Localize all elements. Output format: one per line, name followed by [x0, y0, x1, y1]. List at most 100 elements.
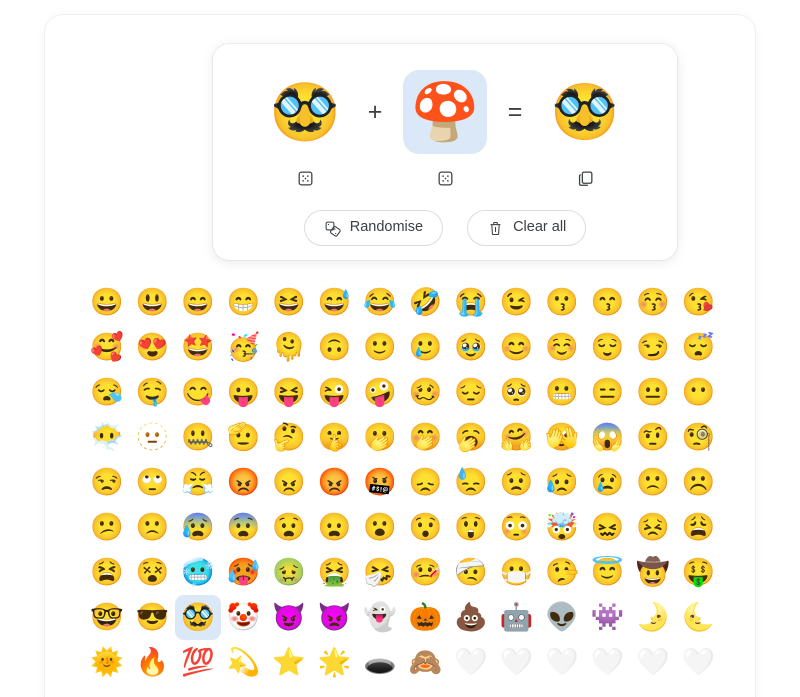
copy-result-button[interactable] [543, 163, 627, 193]
emoji-cell-smiling-face-with-halo[interactable]: 😇 [585, 550, 631, 595]
emoji-cell-face-with-medical-mask[interactable]: 😷 [494, 550, 540, 595]
emoji-cell-hot-face[interactable]: 🥵 [221, 550, 267, 595]
emoji-cell-sad-but-relieved-face[interactable]: 😥 [539, 460, 585, 505]
emoji-cell-smiling-face-with-big-eyes[interactable]: 😃 [130, 280, 176, 325]
emoji-cell-loudly-crying-face[interactable]: 😭 [448, 280, 494, 325]
emoji-cell-disguised-face[interactable]: 🥸 [175, 595, 221, 640]
emoji-cell-squinting-face-with-tongue[interactable]: 😝 [266, 370, 312, 415]
emoji-cell-face-with-open-mouth[interactable]: 😮 [357, 505, 403, 550]
emoji-cell-kissing-face-with-closed-eyes[interactable]: 😚 [630, 280, 676, 325]
emoji-cell-cowboy-hat-face[interactable]: 🤠 [630, 550, 676, 595]
emoji-cell-sneezing-face[interactable]: 🤧 [357, 550, 403, 595]
emoji-cell-hole[interactable]: 🕳️ [357, 640, 403, 685]
emoji-cell-slightly-smiling-face[interactable]: 🙂 [357, 325, 403, 370]
emoji-cell-persevering-face[interactable]: 😣 [630, 505, 676, 550]
emoji-cell-hundred-points[interactable]: 💯 [175, 640, 221, 685]
emoji-cell-nauseated-face[interactable]: 🤢 [266, 550, 312, 595]
emoji-cell-smiling-face-with-sunglasses[interactable]: 😎 [130, 595, 176, 640]
emoji-cell-yawning-face[interactable]: 🥱 [448, 415, 494, 460]
randomise-left-button[interactable] [263, 163, 347, 193]
emoji-cell-grimacing-face[interactable]: 😬 [539, 370, 585, 415]
emoji-cell-winking-face[interactable]: 😉 [494, 280, 540, 325]
emoji-cell-kissing-face[interactable]: 😗 [539, 280, 585, 325]
emoji-cell-shushing-face[interactable]: 🤫 [312, 415, 358, 460]
emoji-cell-smiling-face-with-smiling-eyes[interactable]: 😄 [175, 280, 221, 325]
emoji-cell-enraged-face[interactable]: 😡 [221, 460, 267, 505]
emoji-cell-jack-o-lantern[interactable]: 🎃 [403, 595, 449, 640]
mixer-result-slot[interactable]: 🥸 [543, 70, 627, 154]
emoji-cell-pensive-face[interactable]: 😔 [448, 370, 494, 415]
emoji-cell-astonished-face[interactable]: 😲 [448, 505, 494, 550]
emoji-cell-face-with-symbols-on-mouth[interactable]: 🤬 [357, 460, 403, 505]
emoji-cell-exploding-head[interactable]: 🤯 [539, 505, 585, 550]
emoji-cell-angry-face[interactable]: 😠 [266, 460, 312, 505]
emoji-cell-money-mouth-face[interactable]: 🤑 [676, 550, 722, 595]
emoji-cell-woozy-face[interactable]: 🥴 [403, 370, 449, 415]
randomise-button[interactable]: Randomise [303, 210, 444, 246]
emoji-cell-saluting-face[interactable]: 🫡 [221, 415, 267, 460]
emoji-cell-cold-face[interactable]: 🥶 [175, 550, 221, 595]
emoji-cell-face-screaming-in-fear[interactable]: 😱 [585, 415, 631, 460]
emoji-cell-white-heart[interactable]: 🤍 [494, 640, 540, 685]
emoji-cell-tired-face[interactable]: 😫 [84, 550, 130, 595]
emoji-cell-star-struck[interactable]: 🤩 [175, 325, 221, 370]
emoji-cell-face-savoring-food[interactable]: 😋 [175, 370, 221, 415]
emoji-cell-slightly-frowning-face[interactable]: 🙁 [630, 460, 676, 505]
emoji-cell-zany-face[interactable]: 🤪 [357, 370, 403, 415]
emoji-cell-face-holding-back-tears[interactable]: 🥹 [448, 325, 494, 370]
emoji-cell-downcast-face-with-sweat[interactable]: 😓 [448, 460, 494, 505]
randomise-right-button[interactable] [403, 163, 487, 193]
emoji-cell-drooling-face[interactable]: 🤤 [130, 370, 176, 415]
emoji-cell-anguished-face[interactable]: 😧 [266, 505, 312, 550]
emoji-cell-anxious-face-with-sweat[interactable]: 😰 [175, 505, 221, 550]
emoji-cell-face-with-hand-over-mouth[interactable]: 🤭 [403, 415, 449, 460]
emoji-cell-star[interactable]: ⭐ [266, 640, 312, 685]
emoji-cell-neutral-face[interactable]: 😐 [630, 370, 676, 415]
emoji-picker-scroll-area[interactable]: 😀 😃 😄 😁 😆 😅 😂 🤣 😭 😉 😗 😙 😚 😘 🥰 😍 🤩 🥳 🫠 🙃 🙂 🥲 🥹 😊 ☺️ 😌 😏 😴 😪 🤤 😋 😛 😝 😜 🤪 🥴 😔 🥺 😬… [84, 280, 722, 697]
emoji-cell-lying-face[interactable]: 🤥 [539, 550, 585, 595]
emoji-cell-kissing-face-with-smiling-eyes[interactable]: 😙 [585, 280, 631, 325]
emoji-cell-frowning-face-with-open-mouth[interactable]: 😦 [312, 505, 358, 550]
emoji-cell-see-no-evil-monkey[interactable]: 🙈 [403, 640, 449, 685]
emoji-cell-angry-face-with-horns[interactable]: 👿 [312, 595, 358, 640]
emoji-cell-fearful-face[interactable]: 😨 [221, 505, 267, 550]
emoji-cell-partying-face[interactable]: 🥳 [221, 325, 267, 370]
emoji-cell-face-in-clouds[interactable]: 😶‍🌫️ [84, 415, 130, 460]
emoji-cell-rolling-on-the-floor-laughing[interactable]: 🤣 [403, 280, 449, 325]
emoji-cell-grinning-face-with-sweat[interactable]: 😅 [312, 280, 358, 325]
mixer-left-emoji-slot[interactable]: 🥸 [263, 70, 347, 154]
emoji-cell-pleading-face[interactable]: 🥺 [494, 370, 540, 415]
emoji-cell-confounded-face[interactable]: 😖 [585, 505, 631, 550]
emoji-cell-ghost[interactable]: 👻 [357, 595, 403, 640]
emoji-cell-relieved-face[interactable]: 😌 [585, 325, 631, 370]
emoji-cell-white-heart[interactable]: 🤍 [448, 640, 494, 685]
emoji-cell-winking-face-with-tongue[interactable]: 😜 [312, 370, 358, 415]
emoji-cell-grinning-squinting-face[interactable]: 😆 [266, 280, 312, 325]
emoji-cell-face-with-crossed-out-eyes[interactable]: 😵 [130, 550, 176, 595]
emoji-cell-face-vomiting[interactable]: 🤮 [312, 550, 358, 595]
emoji-cell-smiling-face-with-hearts[interactable]: 🥰 [84, 325, 130, 370]
emoji-cell-thinking-face[interactable]: 🤔 [266, 415, 312, 460]
emoji-cell-alien-monster[interactable]: 👾 [585, 595, 631, 640]
emoji-cell-sleeping-face[interactable]: 😴 [676, 325, 722, 370]
mixer-right-emoji-slot[interactable]: 🍄 [403, 70, 487, 154]
emoji-cell-beaming-face-with-smiling-eyes[interactable]: 😁 [221, 280, 267, 325]
emoji-cell-weary-face[interactable]: 😩 [676, 505, 722, 550]
emoji-cell-pile-of-poo[interactable]: 💩 [448, 595, 494, 640]
emoji-cell-face-with-open-eyes-and-hand-over-mouth[interactable]: 🫢 [357, 415, 403, 460]
emoji-cell-expressionless-face[interactable]: 😑 [585, 370, 631, 415]
emoji-cell-face-with-rolling-eyes[interactable]: 🙄 [130, 460, 176, 505]
emoji-cell-white-heart[interactable]: 🤍 [676, 640, 722, 685]
emoji-cell-smiling-face-with-heart-eyes[interactable]: 😍 [130, 325, 176, 370]
emoji-cell-zipper-mouth-face[interactable]: 🤐 [175, 415, 221, 460]
emoji-cell-melting-face[interactable]: 🫠 [266, 325, 312, 370]
emoji-cell-worried-face[interactable]: 😟 [494, 460, 540, 505]
emoji-cell-face-without-mouth[interactable]: 😶 [676, 370, 722, 415]
emoji-cell-smiling-face-with-smiling-eyes-blush[interactable]: 😊 [494, 325, 540, 370]
emoji-cell-face-with-tears-of-joy[interactable]: 😂 [357, 280, 403, 325]
emoji-cell-smiling-face-with-horns[interactable]: 😈 [266, 595, 312, 640]
emoji-cell-white-heart[interactable]: 🤍 [630, 640, 676, 685]
emoji-cell-disappointed-face[interactable]: 😞 [403, 460, 449, 505]
emoji-cell-frowning-face[interactable]: ☹️ [676, 460, 722, 505]
emoji-cell-dotted-line-face[interactable]: 🫥 [130, 415, 176, 460]
